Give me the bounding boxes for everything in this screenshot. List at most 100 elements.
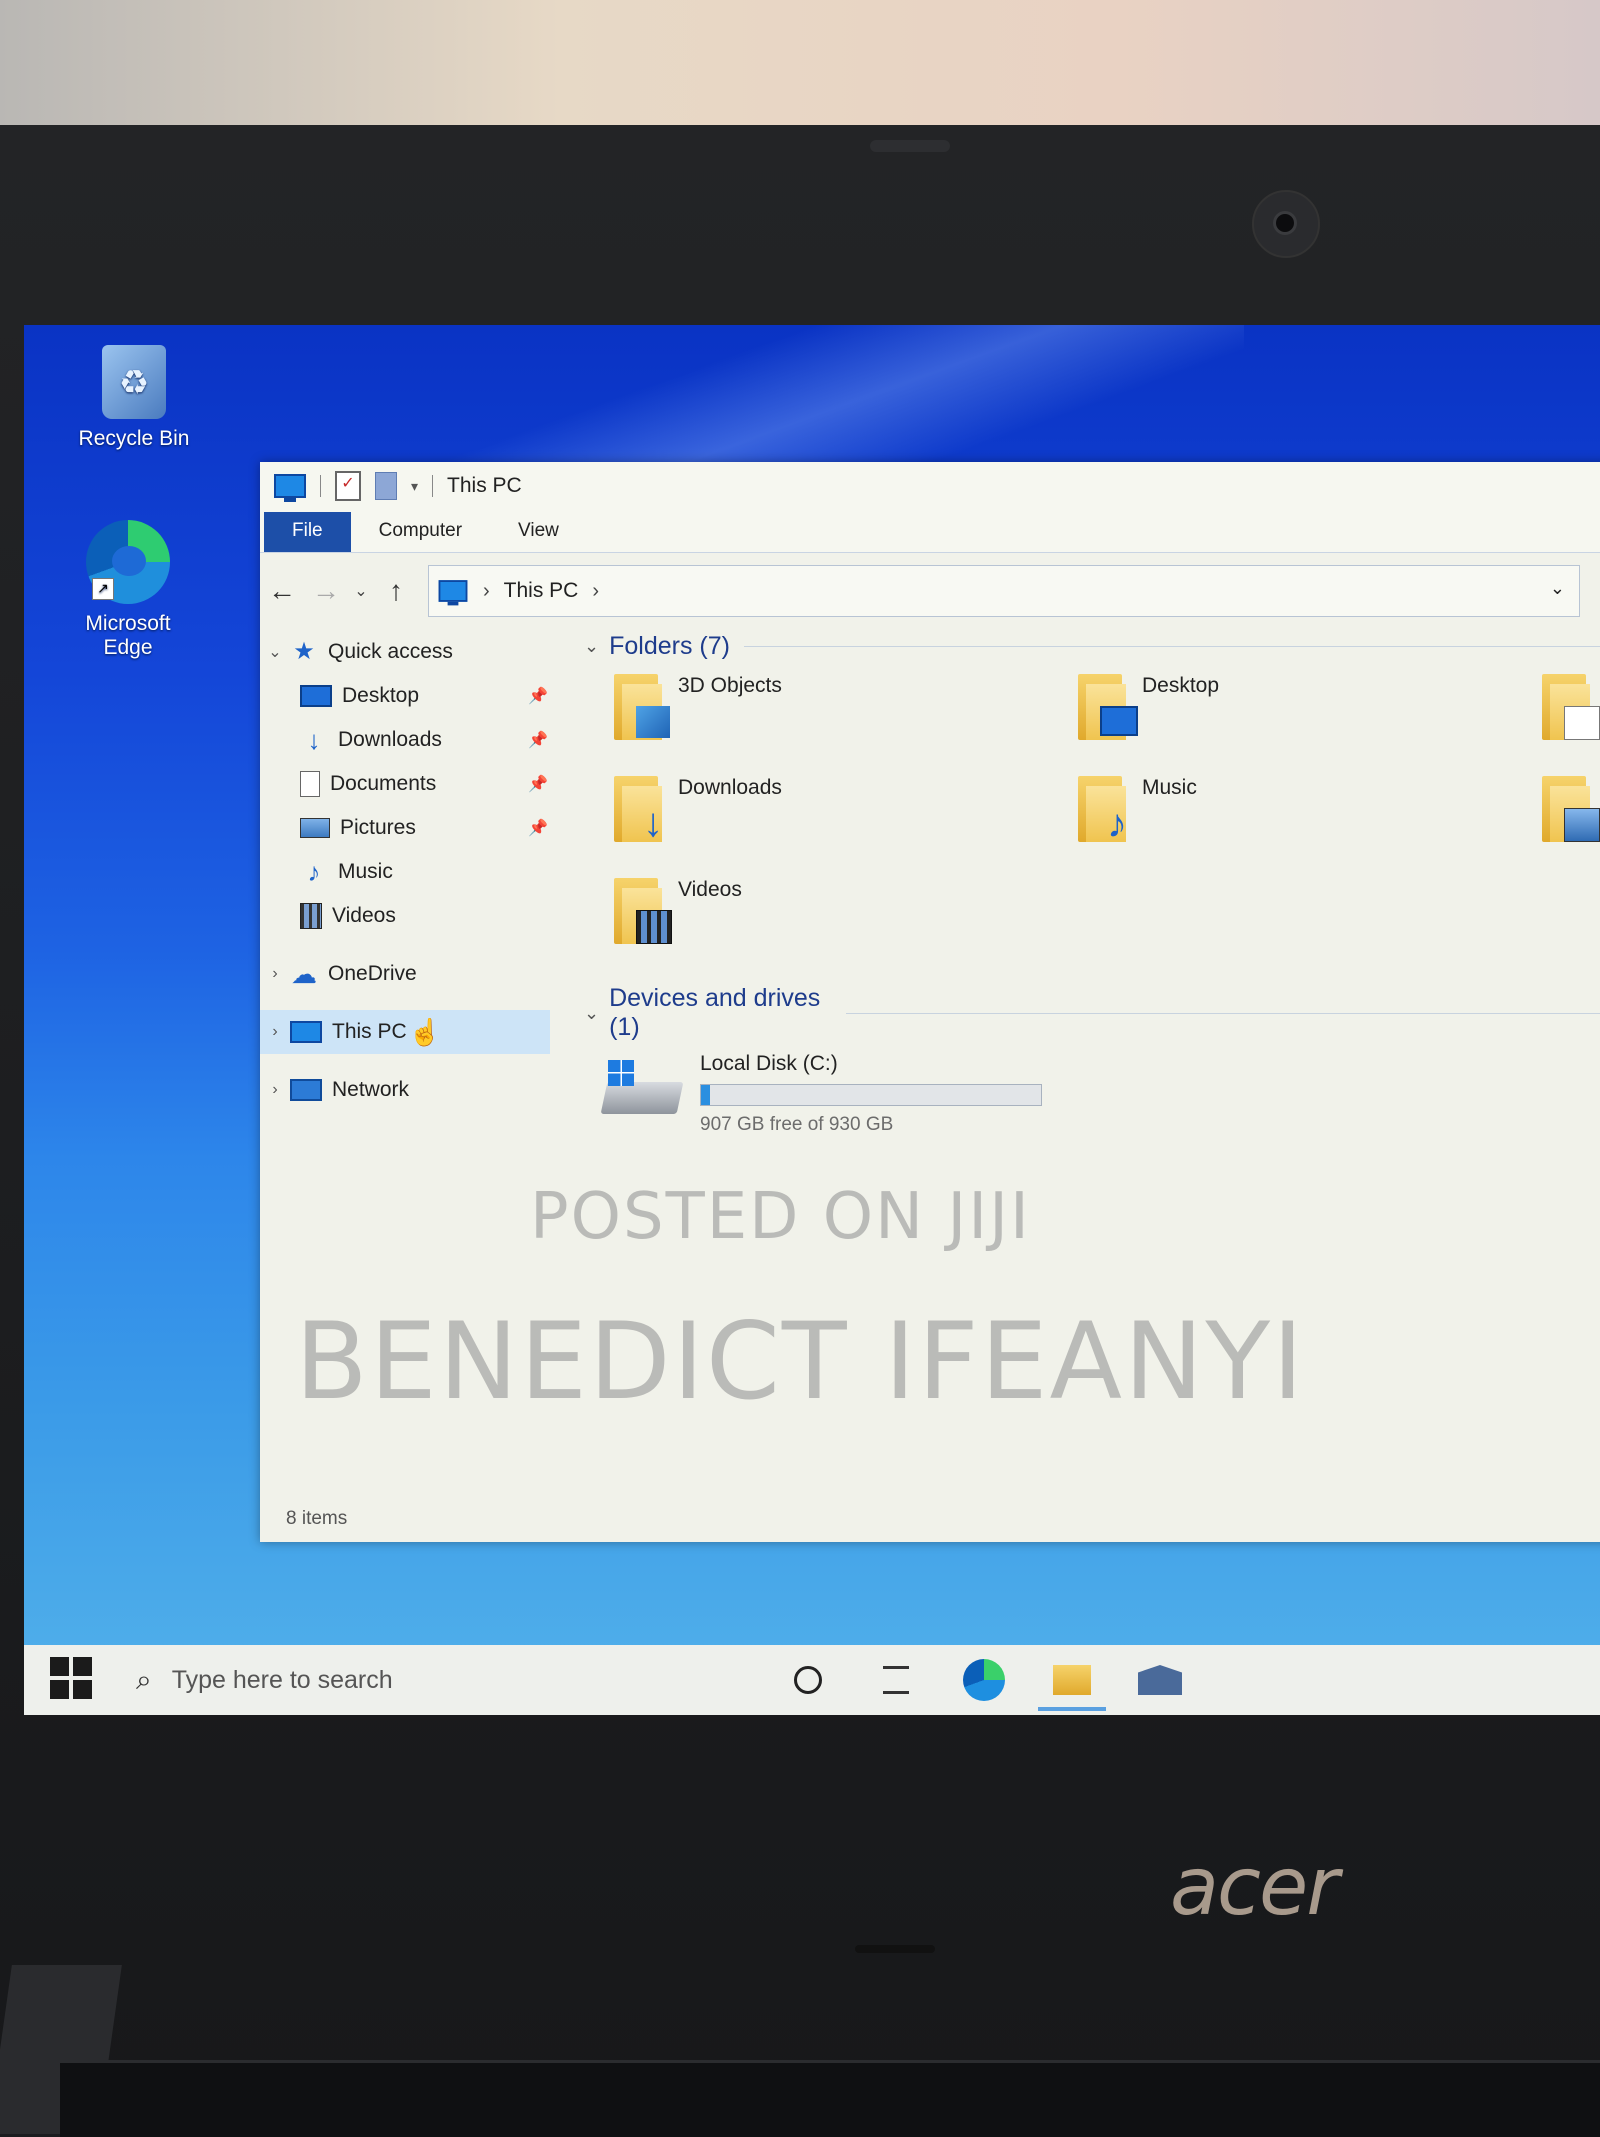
- mail-icon: [1138, 1665, 1182, 1695]
- window-title: This PC: [447, 474, 522, 497]
- folder-label: 3D Objects: [678, 674, 782, 697]
- properties-icon[interactable]: ✓: [335, 471, 361, 501]
- recycle-bin-icon: [102, 345, 166, 419]
- nav-item-label: Downloads: [338, 728, 442, 751]
- new-folder-icon[interactable]: [375, 472, 397, 500]
- downloads-folder-icon: ↓: [614, 776, 664, 843]
- pin-icon: 📌: [528, 820, 548, 837]
- taskbar-search-box[interactable]: ⌕ Type here to search: [136, 1664, 393, 1697]
- recent-locations-chevron-icon[interactable]: ⌄: [348, 581, 374, 601]
- title-bar: ✓ ▾ This PC: [260, 462, 1600, 510]
- folder-downloads[interactable]: ↓ Downloads: [614, 776, 782, 856]
- nav-item-label: Videos: [332, 904, 396, 927]
- laptop-base: [60, 2060, 1600, 2137]
- windows-start-icon[interactable]: [50, 1657, 96, 1703]
- folder-desktop[interactable]: Desktop: [1078, 674, 1219, 754]
- forward-arrow-icon[interactable]: →: [304, 575, 348, 607]
- task-view-icon: [883, 1666, 909, 1694]
- computer-icon: [438, 580, 468, 606]
- breadcrumb-this-pc[interactable]: This PC: [504, 579, 579, 603]
- computer-icon: [290, 1021, 322, 1043]
- nav-item-network[interactable]: › Network: [260, 1070, 550, 1110]
- task-view-button[interactable]: [852, 1645, 940, 1715]
- folders-group-header[interactable]: ⌄ Folders (7): [584, 632, 1600, 661]
- folder-documents-partial[interactable]: [1542, 674, 1600, 754]
- nav-item-videos[interactable]: Videos: [300, 896, 550, 936]
- cortana-circle-icon: [794, 1666, 822, 1694]
- tab-view[interactable]: View: [490, 512, 587, 552]
- drive-usage-bar: [700, 1084, 1042, 1106]
- nav-item-label: Network: [332, 1078, 410, 1101]
- collapse-chevron-icon[interactable]: ⌄: [584, 636, 599, 657]
- expand-chevron-icon[interactable]: ›: [260, 1023, 290, 1041]
- devices-group-header[interactable]: ⌄ Devices and drives (1): [584, 984, 1600, 1042]
- folder-label: Desktop: [1142, 674, 1220, 697]
- background-wall: [0, 0, 1600, 140]
- edge-icon: [963, 1659, 1005, 1701]
- desktop-icon-label: Recycle Bin: [78, 427, 190, 450]
- computer-icon: [274, 474, 306, 502]
- taskbar-file-explorer-button[interactable]: [1028, 1645, 1116, 1715]
- ribbon: File Computer View: [260, 510, 1600, 553]
- folder-label: Music: [1142, 776, 1197, 799]
- drive-local-disk-c[interactable]: Local Disk (C:) 907 GB free of 930 GB: [600, 1052, 1042, 1136]
- folder-videos[interactable]: Videos: [614, 878, 742, 958]
- taskbar: ⌕ Type here to search: [24, 1645, 1600, 1715]
- up-arrow-icon[interactable]: ↑: [374, 575, 418, 607]
- tab-file[interactable]: File: [264, 512, 351, 552]
- breadcrumb-chevron-icon[interactable]: ›: [592, 580, 599, 603]
- nav-item-label: Desktop: [342, 684, 420, 707]
- nav-item-music[interactable]: ♪ Music: [300, 852, 550, 892]
- status-item-count: 8 items: [286, 1508, 348, 1529]
- nav-item-quick-access[interactable]: ⌄ ★ Quick access: [260, 632, 550, 672]
- folder-pictures-partial[interactable]: [1542, 776, 1600, 856]
- expand-chevron-icon[interactable]: ›: [260, 1081, 290, 1099]
- videos-folder-icon: [614, 878, 672, 944]
- expand-chevron-icon[interactable]: ›: [260, 965, 290, 983]
- nav-item-label: Pictures: [340, 816, 416, 839]
- cortana-button[interactable]: [764, 1645, 852, 1715]
- nav-item-label: This PC: [332, 1020, 407, 1043]
- folder-3d-objects[interactable]: 3D Objects: [614, 674, 782, 754]
- nav-item-onedrive[interactable]: › ☁ OneDrive: [260, 954, 550, 994]
- nav-item-documents[interactable]: Documents 📌: [300, 764, 550, 804]
- nav-item-desktop[interactable]: Desktop 📌: [300, 676, 550, 716]
- customize-quick-access-icon[interactable]: ▾: [411, 478, 418, 495]
- music-note-icon: ♪: [307, 857, 321, 887]
- cloud-icon: ☁: [291, 959, 317, 989]
- collapse-chevron-icon[interactable]: ⌄: [260, 642, 290, 662]
- taskbar-mail-button[interactable]: [1116, 1645, 1204, 1715]
- desktop-icon-label: Microsoft Edge: [85, 612, 171, 659]
- hand-cursor-icon: ☝: [408, 1016, 442, 1047]
- drive-name: Local Disk (C:): [700, 1052, 838, 1075]
- shortcut-arrow-icon: ↗: [92, 578, 114, 600]
- folder-music[interactable]: ♪ Music: [1078, 776, 1197, 856]
- drive-free-space: 907 GB free of 930 GB: [700, 1114, 894, 1135]
- folder-label: Videos: [678, 878, 742, 901]
- collapse-chevron-icon[interactable]: ⌄: [584, 1003, 599, 1024]
- nav-item-label: Music: [338, 860, 393, 883]
- nav-item-pictures[interactable]: Pictures 📌: [300, 808, 550, 848]
- taskbar-edge-button[interactable]: [940, 1645, 1028, 1715]
- nav-item-this-pc[interactable]: › This PC ☝: [260, 1010, 550, 1054]
- bezel-notch-bottom: [855, 1945, 935, 1953]
- address-bar[interactable]: › This PC › ⌄: [428, 565, 1580, 617]
- navigation-bar: ← → ⌄ ↑ › This PC › ⌄: [260, 565, 1600, 617]
- webcam: [1276, 214, 1294, 232]
- hard-drive-icon: [600, 1060, 684, 1122]
- pin-icon: 📌: [528, 776, 548, 793]
- desktop-icon-edge[interactable]: ↗ Microsoft Edge: [58, 520, 198, 660]
- back-arrow-icon[interactable]: ←: [260, 575, 304, 607]
- desktop-icon-recycle-bin[interactable]: Recycle Bin: [64, 345, 204, 451]
- star-icon: ★: [293, 638, 315, 665]
- documents-folder-icon: [1542, 674, 1600, 740]
- video-film-icon: [300, 903, 322, 929]
- tab-computer[interactable]: Computer: [351, 512, 490, 552]
- wallpaper-light: [444, 325, 1244, 485]
- address-dropdown-icon[interactable]: ⌄: [1550, 578, 1565, 599]
- breadcrumb-chevron-icon[interactable]: ›: [483, 580, 490, 603]
- nav-item-downloads[interactable]: ↓ Downloads 📌: [300, 720, 550, 760]
- 3d-objects-folder-icon: [614, 674, 670, 740]
- document-icon: [300, 771, 320, 797]
- search-placeholder: Type here to search: [171, 1665, 393, 1694]
